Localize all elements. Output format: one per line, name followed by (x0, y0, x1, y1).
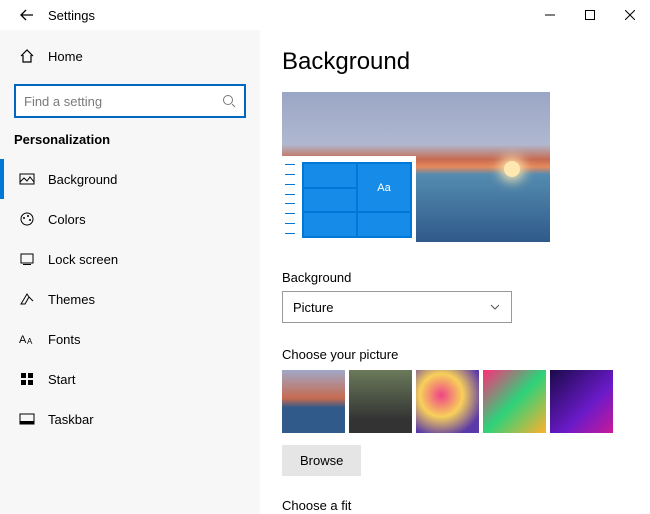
sidebar-item-fonts[interactable]: AA Fonts (0, 319, 260, 359)
home-label: Home (48, 49, 83, 64)
sidebar-item-taskbar[interactable]: Taskbar (0, 399, 260, 439)
lock-screen-icon (18, 250, 36, 268)
nav-label: Start (48, 372, 75, 387)
choose-picture-label: Choose your picture (282, 347, 628, 362)
back-icon[interactable] (18, 6, 36, 24)
svg-text:A: A (19, 334, 27, 346)
search-input[interactable] (14, 84, 246, 118)
sidebar-item-background[interactable]: Background (0, 159, 260, 199)
preview-sun (504, 161, 520, 177)
taskbar-icon (18, 410, 36, 428)
search-field[interactable] (24, 94, 222, 109)
nav-label: Fonts (48, 332, 81, 347)
search-icon (222, 94, 236, 108)
maximize-button[interactable] (570, 0, 610, 30)
themes-icon (18, 290, 36, 308)
nav-label: Taskbar (48, 412, 94, 427)
page-title: Background (282, 48, 628, 76)
app-title: Settings (48, 8, 95, 23)
palette-icon (18, 210, 36, 228)
sidebar-item-start[interactable]: Start (0, 359, 260, 399)
chevron-down-icon (489, 301, 501, 313)
start-icon (18, 370, 36, 388)
titlebar: Settings (0, 0, 650, 30)
choose-fit-label: Choose a fit (282, 498, 628, 513)
svg-text:A: A (27, 337, 33, 346)
sidebar-item-lock-screen[interactable]: Lock screen (0, 239, 260, 279)
background-label: Background (282, 270, 628, 285)
nav-label: Themes (48, 292, 95, 307)
preview-tile-text: Aa (358, 164, 410, 211)
nav-label: Lock screen (48, 252, 118, 267)
picture-thumb-1[interactable] (282, 370, 345, 433)
fonts-icon: AA (18, 330, 36, 348)
home-icon (18, 47, 36, 65)
home-button[interactable]: Home (0, 36, 260, 76)
background-dropdown[interactable]: Picture (282, 291, 512, 323)
background-preview: Aa (282, 92, 550, 242)
nav-label: Colors (48, 212, 86, 227)
picture-icon (18, 170, 36, 188)
minimize-button[interactable] (530, 0, 570, 30)
picture-thumb-5[interactable] (550, 370, 613, 433)
browse-button[interactable]: Browse (282, 445, 361, 476)
preview-window: Aa (282, 156, 416, 242)
section-title: Personalization (0, 132, 260, 159)
nav-label: Background (48, 172, 117, 187)
picture-thumb-4[interactable] (483, 370, 546, 433)
sidebar-item-themes[interactable]: Themes (0, 279, 260, 319)
picture-thumbnails (282, 370, 628, 433)
picture-thumb-3[interactable] (416, 370, 479, 433)
close-button[interactable] (610, 0, 650, 30)
sidebar: Home Personalization Background Colors L… (0, 30, 260, 514)
picture-thumb-2[interactable] (349, 370, 412, 433)
dropdown-value: Picture (293, 300, 333, 315)
sidebar-item-colors[interactable]: Colors (0, 199, 260, 239)
main-content: Background Aa Background Picture Choose … (260, 30, 650, 514)
